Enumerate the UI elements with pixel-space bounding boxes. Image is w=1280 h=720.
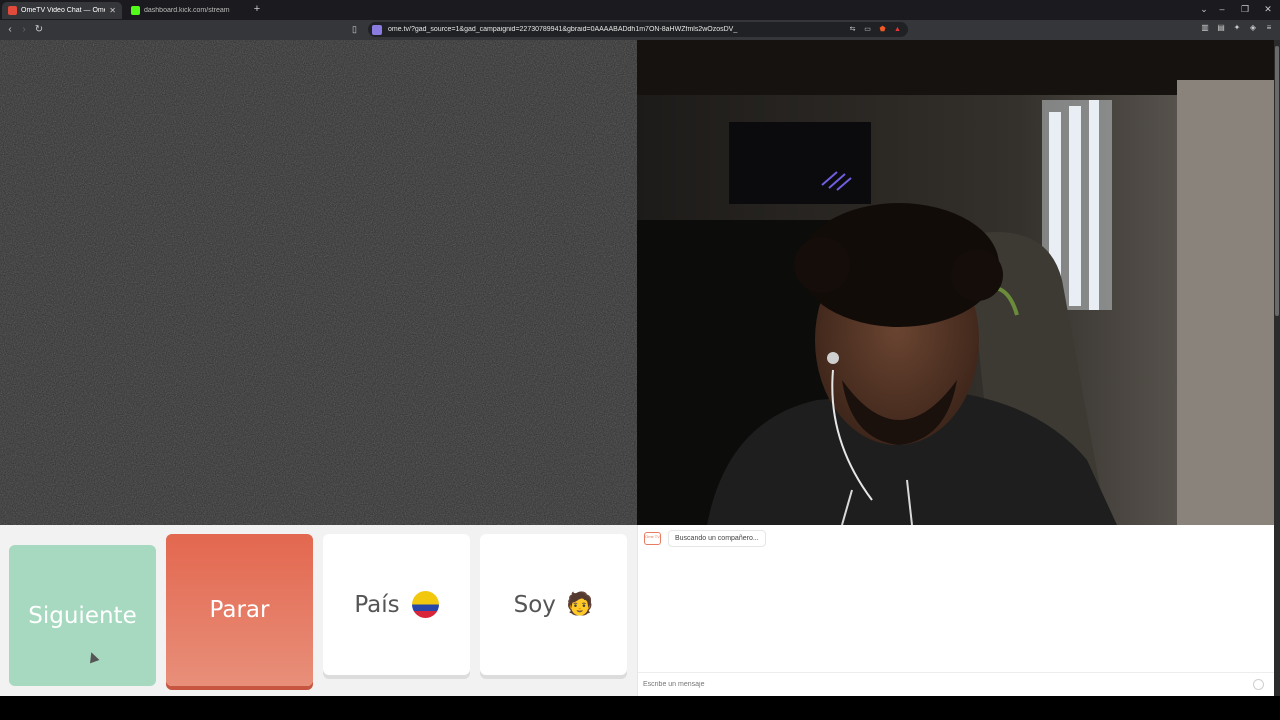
chat-panel: Ome TV Buscando un compañero... <box>637 525 1275 696</box>
person-emoji-icon: 🧑 <box>565 592 594 617</box>
minimize-icon[interactable]: – <box>1213 2 1231 16</box>
bottom-bar <box>0 696 1280 720</box>
message-input[interactable] <box>643 681 1253 688</box>
brave-shields-icon[interactable]: ⬟ <box>878 25 887 34</box>
partner-video-static <box>0 40 637 525</box>
webcam-scene <box>637 40 1274 525</box>
translate-icon[interactable]: ⇆ <box>848 25 857 34</box>
tab-label: dashboard.kick.com/stream <box>144 7 230 14</box>
page-scrollbar[interactable] <box>1274 40 1280 696</box>
wallet-icon[interactable]: ▤ <box>1216 23 1226 33</box>
country-button[interactable]: País <box>323 534 470 675</box>
restore-icon[interactable]: ❐ <box>1236 2 1254 16</box>
cast-icon[interactable]: ▭ <box>863 25 872 34</box>
next-button[interactable]: Siguiente <box>9 545 156 686</box>
next-button-label: Siguiente <box>28 602 137 629</box>
tab-kick-dashboard[interactable]: dashboard.kick.com/stream <box>125 2 245 19</box>
gender-button-label: Soy <box>513 591 556 618</box>
site-info-icon[interactable] <box>372 24 382 35</box>
sidebar-icon[interactable]: ▥ <box>1200 23 1210 33</box>
bookmark-icon[interactable]: ▯ <box>352 24 357 35</box>
tab-label: OmeTV Video Chat — Omegle <box>21 7 105 14</box>
chat-controls: Siguiente Parar País Soy 🧑 <box>0 525 637 696</box>
address-bar[interactable]: ome.tv/?gad_source=1&gad_campaignid=2273… <box>368 22 908 37</box>
status-message: Buscando un compañero... <box>668 530 766 547</box>
menu-icon[interactable]: ≡ <box>1264 23 1274 33</box>
colombia-flag-icon <box>411 591 439 618</box>
browser-chrome: OmeTV Video Chat — Omegle ✕ dashboard.ki… <box>0 0 1280 40</box>
scrollbar-thumb[interactable] <box>1275 46 1279 316</box>
rewards-icon[interactable]: ▲ <box>893 25 902 34</box>
static-noise <box>0 40 637 525</box>
tab-ometv[interactable]: OmeTV Video Chat — Omegle ✕ <box>2 2 122 19</box>
ometv-page: Siguiente Parar País Soy 🧑 Ome TV Buscan… <box>0 40 1275 696</box>
extensions-icon[interactable]: ✦ <box>1232 23 1242 33</box>
chevron-down-icon[interactable]: ⌄ <box>1195 2 1213 16</box>
emoji-icon[interactable] <box>1253 679 1264 690</box>
own-webcam-video <box>637 40 1274 525</box>
url-text[interactable]: ome.tv/?gad_source=1&gad_campaignid=2273… <box>388 26 848 33</box>
stop-button-label: Parar <box>209 597 270 623</box>
back-arrow-icon[interactable]: ‹ <box>3 23 17 37</box>
ometv-favicon-icon <box>8 6 17 15</box>
forward-arrow-icon[interactable]: › <box>17 23 31 37</box>
kick-favicon-icon <box>131 6 140 15</box>
gender-button[interactable]: Soy 🧑 <box>480 534 627 675</box>
country-button-label: País <box>354 591 400 618</box>
stop-button[interactable]: Parar <box>166 534 313 686</box>
tab-bar: OmeTV Video Chat — Omegle ✕ dashboard.ki… <box>0 0 1280 20</box>
plus-icon[interactable]: + <box>250 2 264 16</box>
vpn-icon[interactable]: ◈ <box>1248 23 1258 33</box>
ometv-logo-icon: Ome TV <box>644 532 661 545</box>
reload-icon[interactable]: ↻ <box>32 23 46 37</box>
chat-input-bar <box>638 672 1275 696</box>
close-icon[interactable]: ✕ <box>1259 2 1277 16</box>
close-tab-icon[interactable]: ✕ <box>109 6 116 15</box>
